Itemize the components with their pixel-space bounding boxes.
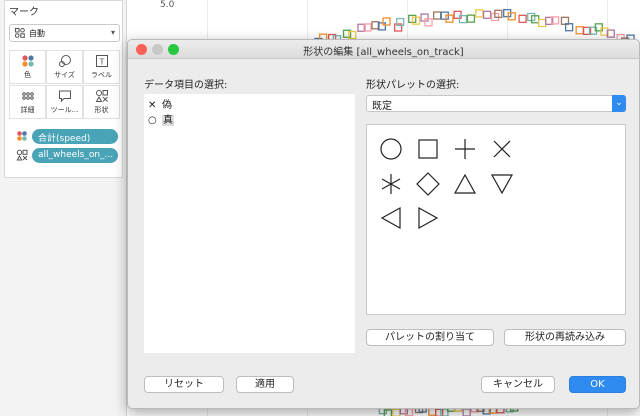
mark-detail-label: 詳細 — [20, 106, 35, 114]
reload-shapes-button[interactable]: 形状の再読み込み — [504, 329, 626, 346]
shape-triangle-up-icon[interactable] — [452, 171, 478, 197]
cross-icon: ✕ — [148, 100, 157, 111]
all-wheels-pill[interactable]: all_wheels_on_... — [32, 148, 118, 163]
shape-plus-icon[interactable] — [452, 136, 478, 162]
chart-square-mark — [404, 408, 414, 416]
chart-square-mark — [466, 14, 476, 23]
palette-select[interactable]: 既定 ⌄ — [366, 95, 626, 112]
apply-button[interactable]: 適用 — [236, 376, 294, 393]
data-items-list: ✕ 偽 ○ 真 — [144, 94, 355, 353]
mark-color-label: 色 — [24, 71, 31, 79]
palette-label: 形状パレットの選択: — [366, 80, 460, 91]
ok-button[interactable]: OK — [569, 376, 626, 393]
color-dots-icon — [17, 131, 27, 141]
reset-button[interactable]: リセット — [144, 376, 224, 393]
speed-pill[interactable]: 合計(speed) — [32, 129, 118, 144]
chart-square-mark — [440, 408, 449, 416]
data-items-label: データ項目の選択: — [144, 80, 228, 91]
chart-square-mark — [575, 26, 584, 35]
circle-icon: ○ — [148, 115, 157, 126]
shape-cross-icon[interactable] — [489, 136, 515, 162]
label-icon: T — [95, 55, 108, 67]
chart-square-mark — [428, 407, 437, 416]
chart-square-mark — [392, 408, 401, 416]
shape-asterisk-icon[interactable] — [378, 171, 404, 197]
mark-detail-button[interactable]: 詳細 — [9, 85, 46, 119]
size-icon — [58, 55, 71, 67]
palette-select-value: 既定 — [372, 101, 392, 112]
mark-shape-label: 形状 — [94, 106, 109, 114]
chevron-down-icon: ▾ — [110, 28, 115, 37]
shape-diamond-icon[interactable] — [415, 171, 441, 197]
svg-text:T: T — [98, 58, 104, 67]
data-item-true[interactable]: ○ 真 — [148, 111, 174, 126]
chart-square-mark — [462, 408, 471, 416]
shape-triangle-left-icon[interactable] — [378, 205, 404, 231]
chart-square-mark — [434, 408, 444, 416]
mark-tooltip-label: ツール... — [50, 106, 79, 114]
assign-palette-button[interactable]: パレットの割り当て — [366, 329, 494, 346]
marks-card: マーク 自動 ▾ 色 サイズ T ラベル 詳細 ツール... 形状 合計(spe… — [4, 0, 123, 178]
detail-icon — [21, 92, 34, 100]
chart-square-mark — [383, 409, 393, 416]
mark-type-label: 自動 — [29, 29, 45, 38]
mark-label-button[interactable]: T ラベル — [83, 50, 120, 84]
chart-square-mark — [482, 10, 492, 19]
marks-title: マーク — [9, 7, 39, 18]
data-item-false[interactable]: ✕ 偽 — [148, 96, 172, 111]
mark-label-label: ラベル — [91, 71, 112, 79]
dialog-titlebar: 形状の編集 [all_wheels_on_track] — [128, 40, 639, 59]
mark-size-button[interactable]: サイズ — [46, 50, 83, 84]
shape-icon — [16, 149, 28, 161]
chart-square-mark — [537, 18, 547, 28]
mark-type-icon — [15, 28, 25, 38]
edit-shape-dialog: 形状の編集 [all_wheels_on_track] データ項目の選択: ✕ 偽… — [127, 39, 640, 409]
color-dots-icon — [21, 55, 34, 67]
mark-tooltip-button[interactable]: ツール... — [46, 85, 83, 119]
chart-square-mark — [433, 11, 442, 20]
y-axis-tick: 5.0 — [160, 0, 175, 10]
mark-type-dropdown[interactable]: 自動 ▾ — [9, 24, 120, 42]
marks-panel: マーク 自動 ▾ 色 サイズ T ラベル 詳細 ツール... 形状 合計(spe… — [0, 0, 127, 416]
mark-color-button[interactable]: 色 — [9, 50, 46, 84]
cancel-button[interactable]: キャンセル — [481, 376, 555, 393]
data-item-label: 真 — [162, 115, 174, 126]
dialog-title: 形状の編集 [all_wheels_on_track] — [303, 47, 464, 58]
mark-shape-button[interactable]: 形状 — [83, 85, 120, 119]
tooltip-icon — [58, 90, 71, 103]
shape-triangle-down-icon[interactable] — [489, 171, 515, 197]
chart-square-mark — [518, 14, 527, 23]
shape-circle-icon[interactable] — [378, 136, 404, 162]
data-item-label: 偽 — [162, 100, 172, 111]
chevron-down-icon: ⌄ — [612, 95, 626, 112]
shape-triangle-right-icon[interactable] — [415, 205, 441, 231]
chart-square-mark — [382, 17, 391, 26]
chart-square-mark — [475, 9, 484, 18]
shape-grid — [366, 124, 626, 315]
shape-square-icon[interactable] — [415, 136, 441, 162]
shape-icon — [95, 90, 108, 102]
mark-size-label: サイズ — [54, 71, 75, 79]
